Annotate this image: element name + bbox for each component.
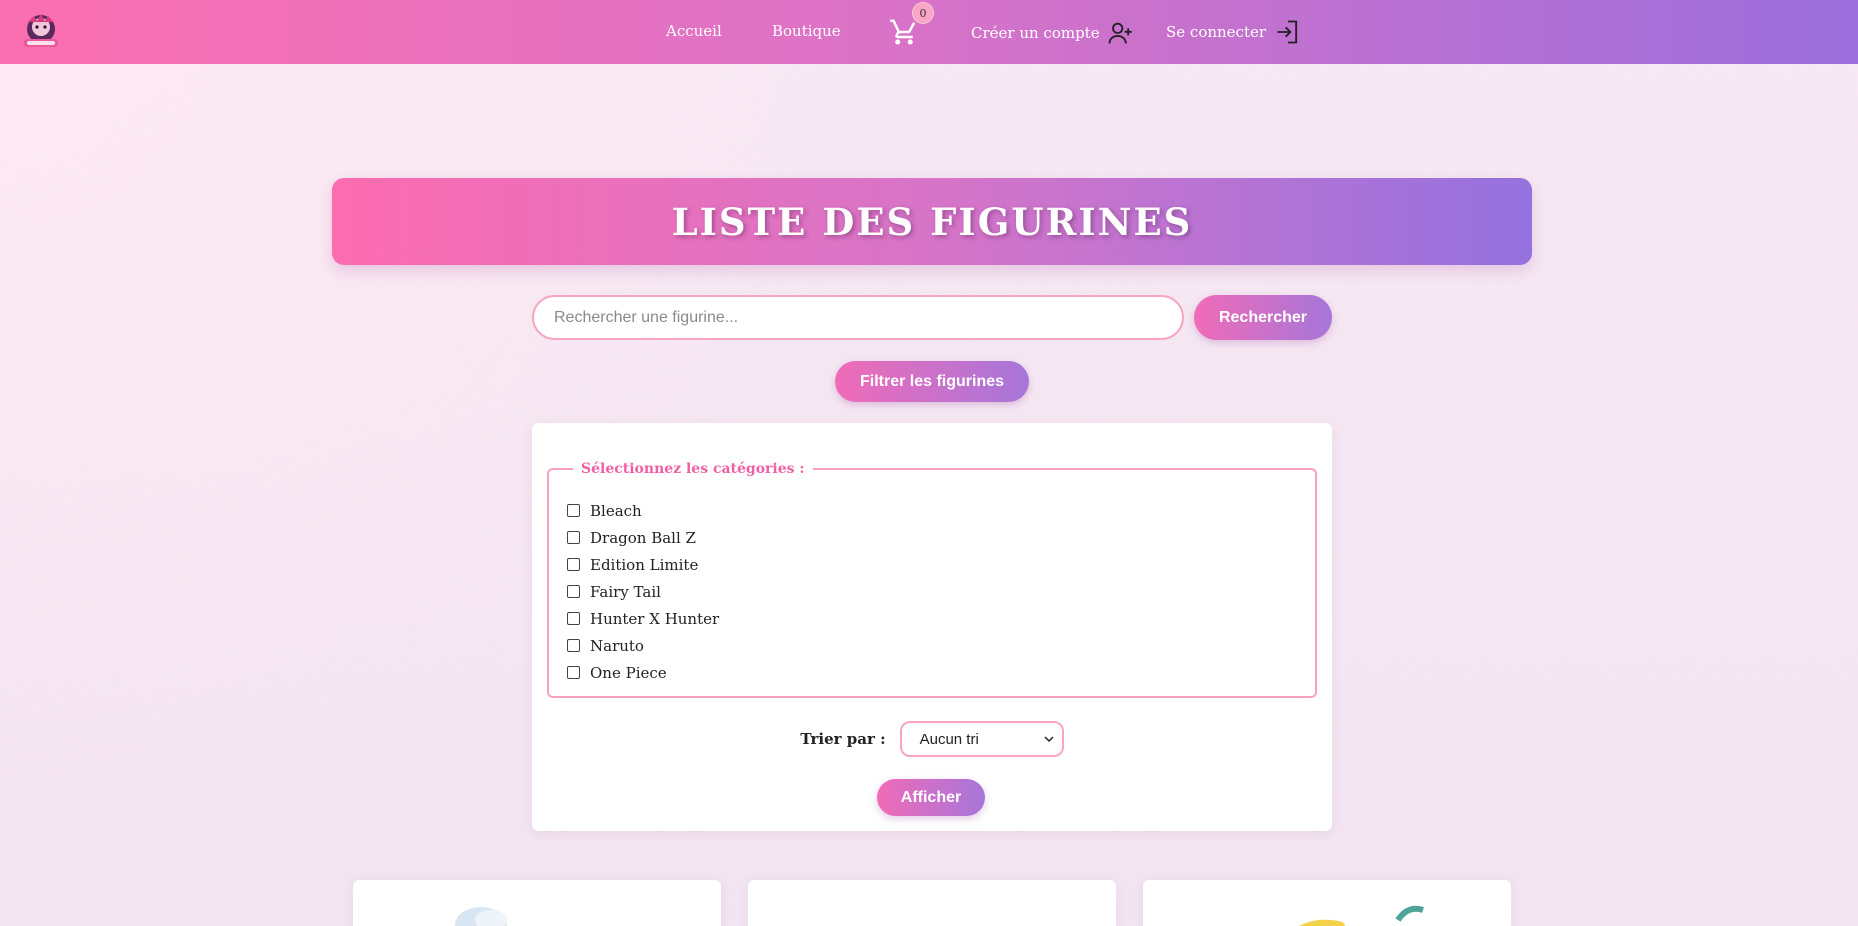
register-label: Créer un compte (971, 24, 1100, 42)
category-label: Naruto (590, 636, 644, 655)
page-title-banner: LISTE DES FIGURINES (332, 178, 1532, 265)
show-results-button[interactable]: Afficher (877, 779, 985, 816)
register-link[interactable]: Créer un compte (971, 19, 1134, 47)
filter-toggle-button[interactable]: Filtrer les figurines (835, 361, 1029, 402)
category-checkbox[interactable] (567, 585, 580, 598)
category-checkbox[interactable] (567, 612, 580, 625)
sort-select[interactable]: Aucun tri (899, 721, 1064, 757)
category-option[interactable]: One Piece (567, 659, 1297, 686)
main-nav: Accueil Boutique 0 Créer un compte Se co… (666, 0, 1298, 64)
category-option[interactable]: Edition Limite (567, 551, 1297, 578)
site-logo[interactable] (20, 12, 62, 50)
sort-selected-value: Aucun tri (919, 730, 979, 748)
login-label: Se connecter (1166, 23, 1267, 41)
category-legend: Sélectionnez les catégories : (581, 461, 805, 477)
category-label: Dragon Ball Z (590, 528, 696, 547)
category-fieldset: Sélectionnez les catégories : Bleach Drag… (547, 461, 1317, 698)
sort-row: Trier par : Aucun tri (532, 720, 1332, 758)
nav-link-accueil[interactable]: Accueil (666, 22, 722, 40)
category-label: Fairy Tail (590, 582, 661, 601)
login-icon (1277, 20, 1298, 44)
category-checkbox[interactable] (567, 531, 580, 544)
search-button[interactable]: Rechercher (1194, 295, 1332, 340)
nav-link-boutique[interactable]: Boutique (772, 22, 841, 40)
category-label: One Piece (590, 663, 667, 682)
category-checkbox[interactable] (567, 558, 580, 571)
category-option[interactable]: Dragon Ball Z (567, 524, 1297, 551)
page-title: LISTE DES FIGURINES (671, 199, 1193, 244)
category-option[interactable]: Naruto (567, 632, 1297, 659)
sort-label: Trier par : (800, 730, 886, 748)
user-plus-icon (1108, 22, 1132, 44)
category-label: Bleach (590, 501, 642, 520)
product-card[interactable] (748, 880, 1116, 926)
category-list: Bleach Dragon Ball Z Edition Limite Fairy T… (567, 497, 1297, 686)
category-checkbox[interactable] (567, 666, 580, 679)
search-input[interactable] (532, 295, 1184, 340)
category-checkbox[interactable] (567, 504, 580, 517)
top-navbar: Accueil Boutique 0 Créer un compte Se co… (0, 0, 1858, 64)
cart-count-badge: 0 (912, 2, 934, 24)
category-option[interactable]: Hunter X Hunter (567, 605, 1297, 632)
category-label: Hunter X Hunter (590, 609, 720, 628)
login-link[interactable]: Se connecter (1166, 18, 1302, 46)
category-option[interactable]: Fairy Tail (567, 578, 1297, 605)
category-checkbox[interactable] (567, 639, 580, 652)
chevron-down-icon (1044, 736, 1054, 743)
category-label: Edition Limite (590, 555, 699, 574)
product-image (1299, 905, 1424, 926)
product-card[interactable] (1143, 880, 1511, 926)
category-option[interactable]: Bleach (567, 497, 1297, 524)
product-image (455, 907, 507, 926)
filter-panel: Sélectionnez les catégories : Bleach Drag… (532, 423, 1332, 831)
product-card[interactable] (353, 880, 721, 926)
